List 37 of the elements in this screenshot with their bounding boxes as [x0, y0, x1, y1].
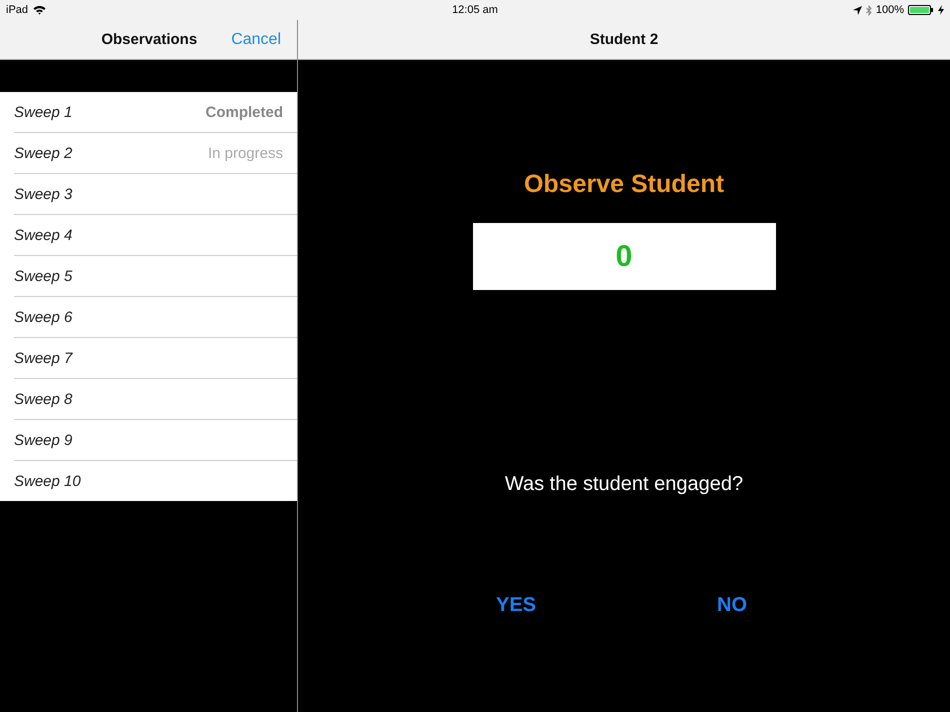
wifi-icon — [33, 5, 46, 15]
sweep-row[interactable]: Sweep 1 Completed — [14, 92, 297, 133]
battery-percent: 100% — [876, 4, 904, 16]
sweep-label: Sweep 5 — [14, 268, 72, 284]
sweep-row[interactable]: Sweep 7 — [14, 338, 297, 379]
sweep-label: Sweep 7 — [14, 350, 72, 366]
sweep-row[interactable]: Sweep 4 — [14, 215, 297, 256]
sweep-status: Completed — [205, 104, 283, 120]
nav-title: Student 2 — [590, 31, 658, 48]
question-text: Was the student engaged? — [504, 473, 744, 496]
sweep-label: Sweep 9 — [14, 432, 72, 448]
clock-label: 12:05 am — [452, 4, 498, 16]
sweep-row[interactable]: Sweep 8 — [14, 379, 297, 420]
heading: Observe Student — [524, 170, 724, 199]
sweep-status: In progress — [208, 144, 283, 162]
sweep-row[interactable]: Sweep 6 — [14, 297, 297, 338]
charging-bolt-icon — [938, 5, 944, 15]
sweep-label: Sweep 4 — [14, 226, 72, 244]
sweep-label: Sweep 8 — [14, 390, 72, 408]
sweep-row[interactable]: Sweep 10 — [14, 461, 297, 501]
sweep-label: Sweep 1 — [14, 104, 72, 120]
carrier-label: iPad — [6, 4, 28, 16]
battery-icon — [908, 5, 934, 15]
answer-button[interactable]: NO — [699, 592, 765, 619]
sweep-row[interactable]: Sweep 9 — [14, 420, 297, 461]
location-arrow-icon — [852, 6, 862, 14]
sweep-label: Sweep 10 — [14, 472, 81, 490]
counter-display: 0 — [472, 223, 776, 290]
sweep-row[interactable]: Sweep 3 — [14, 174, 297, 215]
sweep-label: Sweep 2 — [14, 144, 72, 162]
sweep-row[interactable]: Sweep 5 — [14, 256, 297, 297]
bluetooth-icon — [866, 4, 872, 16]
sweep-label: Sweep 6 — [14, 308, 72, 326]
nav-title: Observations — [101, 31, 198, 48]
answer-button[interactable]: YES — [483, 592, 549, 619]
sweep-row[interactable]: Sweep 2 In progress — [14, 133, 297, 174]
sweep-label: Sweep 3 — [14, 186, 72, 202]
